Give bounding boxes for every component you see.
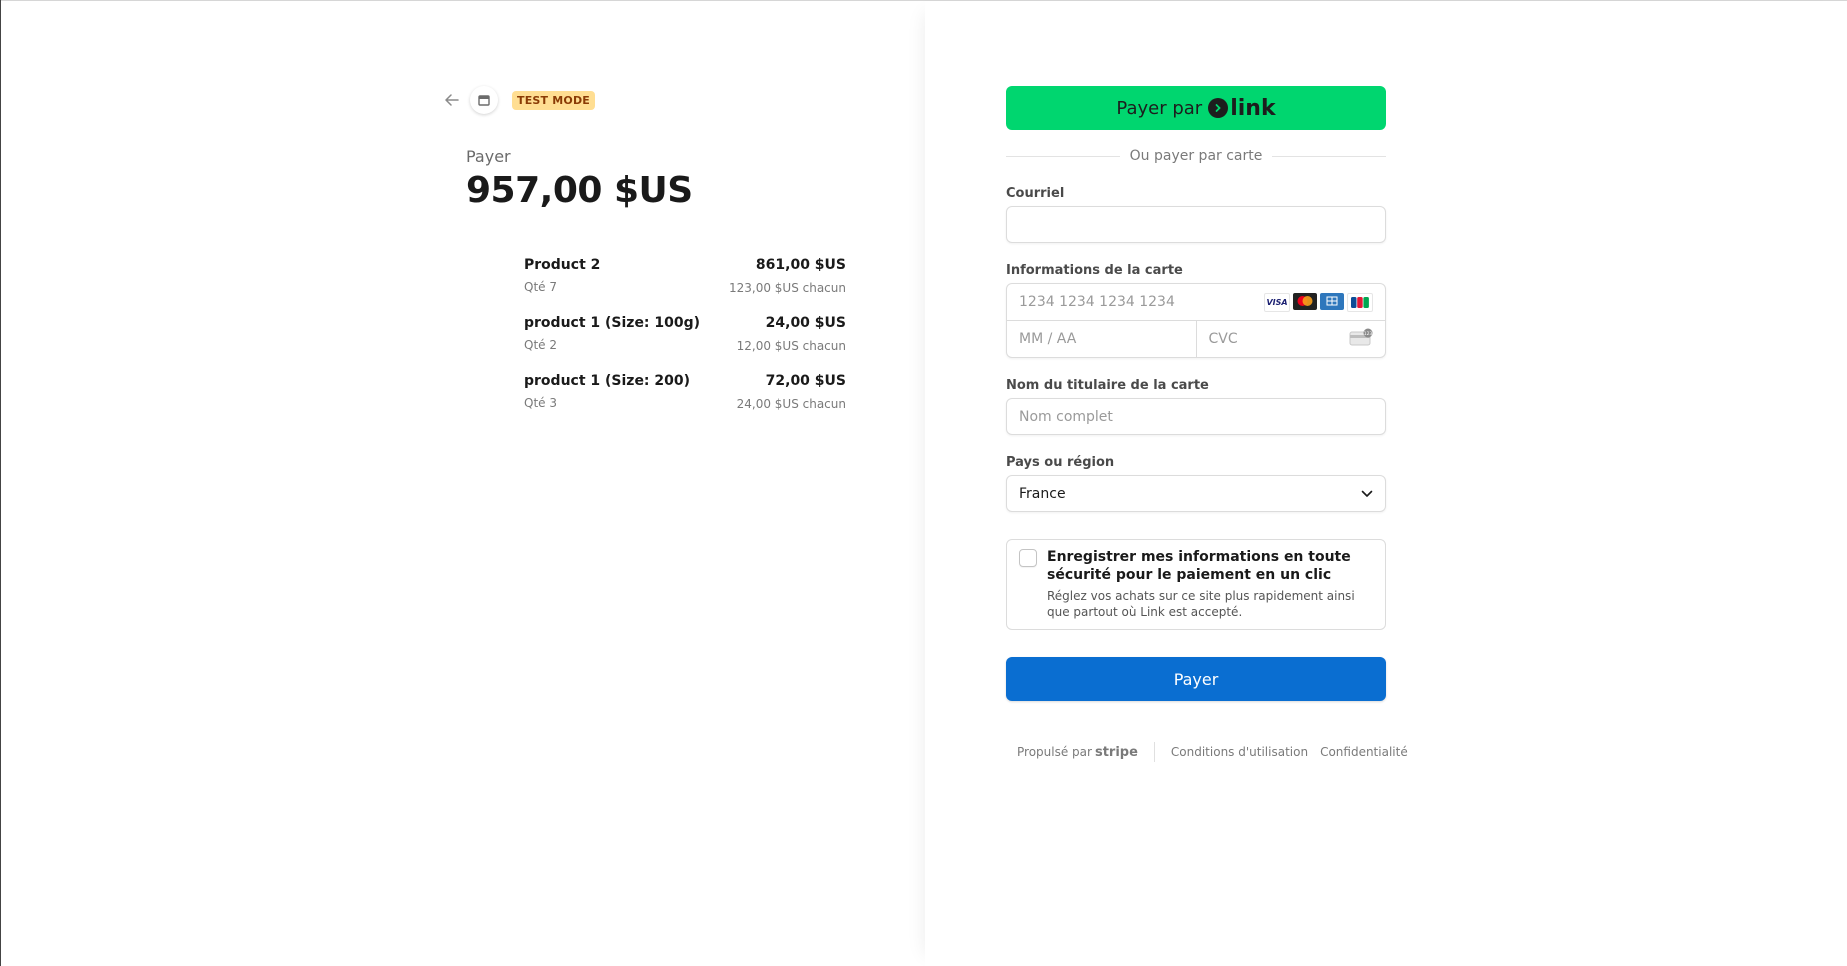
total-amount: 957,00 $US — [466, 170, 693, 211]
line-items: Product 2 Qté 7 861,00 $US 123,00 $US ch… — [524, 256, 846, 430]
item-unit-price: 24,00 $US chacun — [736, 397, 846, 411]
line-item: product 1 (Size: 200) Qté 3 72,00 $US 24… — [524, 372, 846, 430]
chevron-down-icon — [1361, 490, 1373, 497]
cardholder-name-placeholder: Nom complet — [1019, 408, 1113, 425]
item-name: product 1 (Size: 200) — [524, 373, 691, 389]
item-qty: Qté 7 — [524, 280, 557, 294]
mastercard-icon — [1293, 292, 1317, 310]
store-logo[interactable] — [470, 86, 498, 114]
card-number-field[interactable]: 1234 1234 1234 1234 VISA — [1007, 284, 1385, 321]
pay-button[interactable]: Payer — [1006, 657, 1386, 701]
item-qty: Qté 3 — [524, 396, 557, 410]
cvc-field[interactable]: CVC 123 — [1195, 321, 1386, 357]
or-pay-by-card-divider: Ou payer par carte — [1006, 146, 1387, 166]
divider-line-left — [1006, 155, 1120, 157]
save-info-description: Réglez vos achats sur ce site plus rapid… — [1047, 589, 1355, 619]
country-value: France — [1019, 485, 1066, 502]
visa-icon: VISA — [1264, 292, 1290, 312]
item-name: Product 2 — [524, 257, 601, 273]
card-info-label: Informations de la carte — [1006, 263, 1183, 278]
item-qty: Qté 2 — [524, 338, 557, 352]
arrow-left-icon — [445, 94, 459, 106]
powered-by-text: Propulsé par — [1017, 745, 1092, 759]
cardholder-name-label: Nom du titulaire de la carte — [1006, 378, 1209, 393]
privacy-link[interactable]: Confidentialité — [1320, 745, 1408, 759]
item-price: 861,00 $US — [755, 257, 846, 273]
cvc-card-icon: 123 — [1349, 328, 1373, 350]
card-expiry-cvc-row: MM / AA CVC 123 — [1007, 321, 1385, 357]
stripe-logo: stripe — [1094, 744, 1138, 760]
item-unit-price: 12,00 $US chacun — [736, 339, 846, 353]
footer: Propulsé par stripe Conditions d'utilisa… — [1017, 742, 1408, 762]
amex-icon — [1320, 292, 1344, 310]
checkout-header: TEST MODE — [440, 86, 596, 114]
email-label: Courriel — [1006, 186, 1065, 201]
expiry-field[interactable]: MM / AA — [1007, 321, 1196, 357]
item-name: product 1 (Size: 100g) — [524, 315, 701, 331]
item-price: 72,00 $US — [765, 373, 846, 389]
pay-label: Payer — [466, 147, 511, 166]
expiry-placeholder: MM / AA — [1019, 331, 1077, 347]
store-icon — [478, 95, 490, 106]
order-summary-pane — [1, 1, 925, 966]
powered-by-stripe[interactable]: Propulsé par stripe — [1017, 745, 1138, 760]
svg-text:123: 123 — [1364, 331, 1373, 337]
link-logo: link — [1208, 95, 1276, 121]
save-info-box: Enregistrer mes informations en toute sé… — [1006, 539, 1386, 630]
item-price: 24,00 $US — [765, 315, 846, 331]
email-field[interactable] — [1006, 206, 1386, 243]
pay-button-label: Payer — [1173, 669, 1219, 689]
line-item: product 1 (Size: 100g) Qté 2 24,00 $US 1… — [524, 314, 846, 372]
card-brands: VISA — [1264, 292, 1373, 312]
pay-with-link-button[interactable]: Payer par link — [1006, 86, 1386, 130]
terms-link[interactable]: Conditions d'utilisation — [1171, 745, 1308, 759]
country-label: Pays ou région — [1006, 455, 1115, 470]
save-info-checkbox[interactable] — [1019, 549, 1037, 567]
link-logo-text: link — [1230, 95, 1276, 121]
test-mode-badge: TEST MODE — [512, 90, 596, 110]
link-chevron-icon — [1208, 98, 1229, 118]
divider-line-right — [1272, 155, 1387, 157]
line-item: Product 2 Qté 7 861,00 $US 123,00 $US ch… — [524, 256, 846, 314]
cardholder-name-field[interactable]: Nom complet — [1006, 398, 1386, 435]
country-select[interactable]: France — [1006, 475, 1386, 512]
save-info-title: Enregistrer mes informations en toute sé… — [1047, 549, 1351, 583]
link-button-prefix: Payer par — [1116, 97, 1203, 119]
jcb-icon — [1347, 292, 1373, 312]
card-number-placeholder: 1234 1234 1234 1234 — [1019, 294, 1175, 310]
divider-text: Ou payer par carte — [1129, 148, 1263, 164]
cvc-placeholder: CVC — [1208, 331, 1238, 347]
card-info-group: 1234 1234 1234 1234 VISA MM / AA CVC 123 — [1006, 283, 1386, 358]
back-button[interactable] — [440, 88, 464, 112]
payment-form: Payer par link Ou payer par carte Courri… — [1006, 86, 1387, 701]
footer-separator — [1153, 742, 1155, 762]
item-unit-price: 123,00 $US chacun — [728, 281, 846, 295]
